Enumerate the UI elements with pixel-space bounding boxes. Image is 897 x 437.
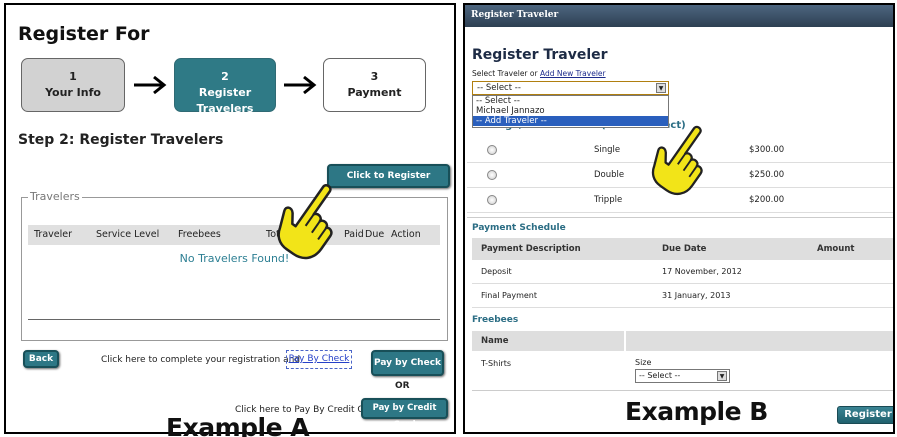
step-your-info[interactable]: 1 Your Info xyxy=(21,58,125,112)
column-header: Service Level xyxy=(96,229,160,240)
step-number: 3 xyxy=(370,70,379,83)
travelers-legend: Travelers xyxy=(28,190,82,203)
traveler-dropdown-list: -- Select -- Michael Jannazo -- Add Trav… xyxy=(472,95,669,128)
select-value: -- Select -- xyxy=(639,371,681,380)
divider xyxy=(467,217,893,218)
step-number: 1 xyxy=(69,70,77,83)
select-traveler-label: Select Traveler or Add New Traveler xyxy=(472,69,606,78)
step-label: Your Info xyxy=(45,86,101,99)
select-value: -- Select -- xyxy=(477,83,521,93)
table-row: Deposit 17 November, 2012 xyxy=(472,260,893,284)
column-header: Paid xyxy=(344,229,364,240)
step-number: 2 xyxy=(221,70,229,83)
payment-table-header: Payment Description Due Date Amount xyxy=(472,238,893,260)
step-heading: Step 2: Register Travelers xyxy=(18,132,224,148)
pay-by-credit-card-button[interactable]: Pay by Credit Card xyxy=(361,398,448,430)
dropdown-option[interactable]: Michael Jannazo xyxy=(473,106,668,116)
travelers-fieldset: Travelers Traveler Service Level Freebee… xyxy=(21,190,448,341)
payment-description: Final Payment xyxy=(481,291,538,300)
step-payment[interactable]: 3 Payment xyxy=(323,58,426,112)
package-radio[interactable] xyxy=(487,145,497,155)
pointing-hand-icon xyxy=(651,125,703,196)
traveler-select[interactable]: -- Select -- ▼ xyxy=(472,81,669,95)
add-new-traveler-link[interactable]: Add New Traveler xyxy=(540,69,606,78)
example-a-label: Example A xyxy=(166,413,310,437)
back-button[interactable]: Back xyxy=(23,350,59,368)
payment-due-date: 17 November, 2012 xyxy=(662,267,742,276)
column-separator xyxy=(624,331,626,351)
column-header: Freebees xyxy=(178,229,221,240)
arrow-right-icon xyxy=(284,75,317,95)
column-header: Payment Description xyxy=(481,244,581,254)
package-name: Double xyxy=(594,170,625,180)
column-header: Traveler xyxy=(34,229,72,240)
pointing-hand-icon xyxy=(277,184,333,260)
example-b-panel: Register Traveler Register Traveler Sele… xyxy=(463,3,895,434)
package-radio[interactable] xyxy=(487,195,497,205)
dropdown-option-selected[interactable]: -- Add Traveler -- xyxy=(473,116,668,126)
window-titlebar: Register Traveler xyxy=(465,5,893,27)
column-header: Due Date xyxy=(662,244,707,254)
divider xyxy=(28,319,440,320)
step-register-travelers[interactable]: 2 Register Travelers xyxy=(174,58,276,115)
column-header: Due xyxy=(365,229,385,240)
pay-by-check-link[interactable]: Pay By Check xyxy=(286,350,352,369)
package-price: $300.00 xyxy=(749,145,785,155)
dropdown-option[interactable]: -- Select -- xyxy=(473,96,668,106)
chevron-down-icon[interactable]: ▼ xyxy=(717,371,727,381)
arrow-right-icon xyxy=(134,75,167,95)
column-header: Name xyxy=(481,336,509,346)
freebee-name: T-Shirts xyxy=(481,359,512,368)
page-title: Register Traveler xyxy=(472,47,608,63)
or-text: OR xyxy=(395,381,410,391)
table-row: Final Payment 31 January, 2013 xyxy=(472,284,893,308)
travelers-table-header: Traveler Service Level Freebees Total T … xyxy=(28,225,440,245)
size-label: Size xyxy=(635,358,652,367)
column-header: Amount xyxy=(817,244,855,254)
pay-by-check-button[interactable]: Pay by Check xyxy=(371,350,444,376)
package-price: $250.00 xyxy=(749,170,785,180)
page-title: Register For xyxy=(18,23,150,45)
select-label-text: Select Traveler or xyxy=(472,69,538,78)
package-radio[interactable] xyxy=(487,170,497,180)
freebee-row: T-Shirts Size -- Select -- ▼ xyxy=(472,351,893,391)
payment-schedule-heading: Payment Schedule xyxy=(472,223,566,233)
payment-description: Deposit xyxy=(481,267,512,276)
payment-due-date: 31 January, 2013 xyxy=(662,291,731,300)
example-a-panel: Register For 1 Your Info 2 Register Trav… xyxy=(4,3,456,437)
freebees-table-header: Name xyxy=(472,331,893,351)
package-name: Single xyxy=(594,145,621,155)
package-price: $200.00 xyxy=(749,195,785,205)
step-label: Register Travelers xyxy=(196,86,254,115)
freebees-heading: Freebees xyxy=(472,315,519,325)
example-b-label: Example B xyxy=(625,397,768,426)
size-select[interactable]: -- Select -- ▼ xyxy=(635,369,730,383)
empty-message: No Travelers Found! xyxy=(179,252,290,265)
chevron-down-icon[interactable]: ▼ xyxy=(656,83,666,93)
register-button[interactable]: Register xyxy=(837,406,893,424)
package-name: Tripple xyxy=(594,195,623,205)
column-header: Action xyxy=(391,229,421,240)
complete-registration-text: Click here to complete your registration… xyxy=(101,355,301,365)
step-label: Payment xyxy=(347,86,402,99)
